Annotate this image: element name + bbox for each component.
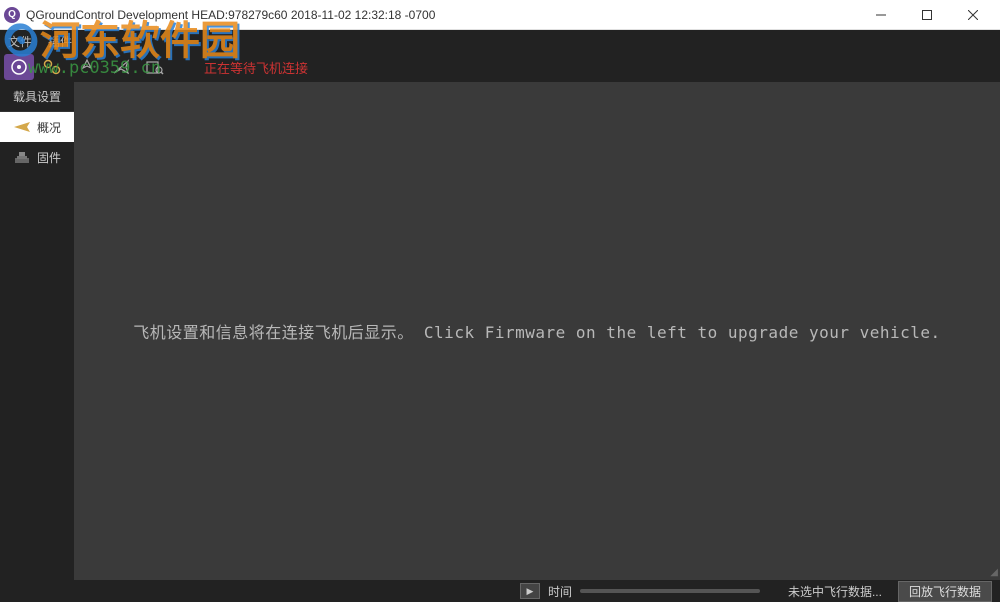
sidebar-item-firmware[interactable]: 固件 bbox=[0, 142, 74, 172]
menu-file[interactable]: 文件 bbox=[8, 33, 32, 50]
play-button[interactable]: ▶ bbox=[520, 583, 540, 599]
sidebar-header: 载具设置 bbox=[0, 82, 74, 112]
content-area: 飞机设置和信息将在连接飞机后显示。 Click Firmware on the … bbox=[74, 82, 1000, 580]
sidebar-item-label: 概况 bbox=[37, 119, 61, 136]
close-button[interactable] bbox=[950, 0, 996, 30]
main-message: 飞机设置和信息将在连接飞机后显示。 Click Firmware on the … bbox=[133, 319, 940, 343]
minimize-button[interactable] bbox=[858, 0, 904, 30]
plane-icon bbox=[13, 118, 31, 136]
window-title: QGroundControl Development HEAD:978279c6… bbox=[26, 8, 858, 22]
window-controls bbox=[858, 0, 996, 30]
sidebar-item-label: 固件 bbox=[37, 149, 61, 166]
time-slider[interactable] bbox=[580, 589, 760, 593]
connection-status: 正在等待飞机连接 bbox=[204, 58, 308, 77]
plan-button[interactable] bbox=[106, 54, 136, 80]
maximize-button[interactable] bbox=[904, 0, 950, 30]
sidebar: 载具设置 概况 固件 bbox=[0, 82, 74, 580]
flight-data-label: 未选中飞行数据... bbox=[788, 583, 882, 600]
menubar: 文件 插件 bbox=[0, 30, 1000, 52]
main-area: 载具设置 概况 固件 飞机设置和信息将在连接飞机后显示。 Click Firmw… bbox=[0, 82, 1000, 580]
app-logo-button[interactable] bbox=[4, 54, 34, 80]
settings-button[interactable] bbox=[38, 54, 68, 80]
toolbar: 正在等待飞机连接 bbox=[0, 52, 1000, 82]
statusbar: ▶ 时间 未选中飞行数据... 回放飞行数据 bbox=[0, 580, 1000, 602]
app-icon: Q bbox=[4, 7, 20, 23]
analyze-button[interactable] bbox=[140, 54, 170, 80]
waypoint-button[interactable] bbox=[72, 54, 102, 80]
replay-button[interactable]: 回放飞行数据 bbox=[898, 581, 992, 602]
menu-widgets[interactable]: 插件 bbox=[48, 33, 72, 50]
firmware-icon bbox=[13, 148, 31, 166]
window-titlebar: Q QGroundControl Development HEAD:978279… bbox=[0, 0, 1000, 30]
resize-grip-icon: ◢ bbox=[990, 567, 998, 578]
time-label: 时间 bbox=[548, 583, 572, 600]
sidebar-item-summary[interactable]: 概况 bbox=[0, 112, 74, 142]
